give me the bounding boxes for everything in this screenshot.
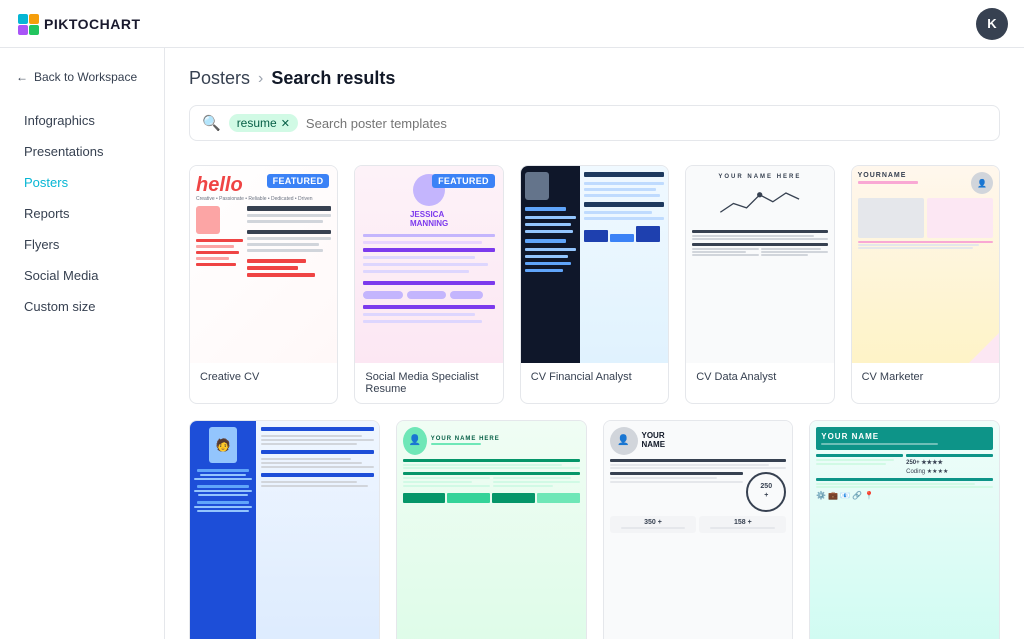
template-label-creative-cv: Creative CV: [190, 363, 337, 391]
template-label-cv-data: CV Data Analyst: [686, 363, 833, 391]
featured-badge-social-resume: FEATURED: [432, 174, 495, 188]
logo-text: PIKTOCHART: [44, 16, 141, 32]
template-grid-row2: 🧑: [189, 420, 1000, 639]
template-label-cv-marketer: CV Marketer: [852, 363, 999, 391]
template-card-creative-3[interactable]: 👤 YOUR NAME HERE: [396, 420, 587, 639]
sidebar-item-flyers[interactable]: Flyers: [8, 230, 156, 259]
template-thumbnail-creative-2: 👤 YOURNAME: [604, 421, 793, 639]
template-thumbnail-cv-financial: [521, 166, 668, 363]
template-grid-row1: FEATURED hello Creative • Passionate • R…: [189, 165, 1000, 404]
search-icon: 🔍: [202, 114, 221, 132]
search-input[interactable]: [306, 116, 987, 131]
sidebar: ← Back to Workspace Infographics Present…: [0, 48, 165, 639]
featured-badge-creative-cv: FEATURED: [267, 174, 330, 188]
template-card-cv-marketer[interactable]: YOURNAME 👤: [851, 165, 1000, 404]
template-card-creative-cv[interactable]: FEATURED hello Creative • Passionate • R…: [189, 165, 338, 404]
template-label-cv-financial: CV Financial Analyst: [521, 363, 668, 391]
sidebar-item-posters[interactable]: Posters: [8, 168, 156, 197]
template-label-social-resume: Social Media Specialist Resume: [355, 363, 502, 403]
sidebar-item-presentations[interactable]: Presentations: [8, 137, 156, 166]
template-card-cv-data[interactable]: YOUR NAME HERE: [685, 165, 834, 404]
template-thumbnail-cv-data: YOUR NAME HERE: [686, 166, 833, 363]
template-card-cv-social[interactable]: 🧑: [189, 420, 380, 639]
breadcrumb-separator: ›: [258, 70, 263, 88]
template-card-social-media-resume[interactable]: FEATURED JESSICAMANNING: [354, 165, 503, 404]
template-thumbnail-creative-3: 👤 YOUR NAME HERE: [397, 421, 586, 639]
user-avatar[interactable]: K: [976, 8, 1008, 40]
breadcrumb-current: Search results: [271, 68, 395, 89]
search-tag-close[interactable]: ✕: [281, 117, 290, 130]
breadcrumb-parent[interactable]: Posters: [189, 68, 250, 89]
template-card-creative-2[interactable]: 👤 YOURNAME: [603, 420, 794, 639]
back-label: Back to Workspace: [34, 70, 137, 84]
main-layout: ← Back to Workspace Infographics Present…: [0, 48, 1024, 639]
sidebar-item-social-media[interactable]: Social Media: [8, 261, 156, 290]
topbar: PIKTOCHART K: [0, 0, 1024, 48]
template-card-cv-financial[interactable]: CV Financial Analyst: [520, 165, 669, 404]
template-thumbnail-social-resume: FEATURED JESSICAMANNING: [355, 166, 502, 363]
search-bar: 🔍 resume ✕: [189, 105, 1000, 141]
back-to-workspace-button[interactable]: ← Back to Workspace: [0, 64, 164, 96]
template-thumbnail-creative-1: YOUR NAME 250+ ★★★★: [810, 421, 999, 639]
template-card-creative-1[interactable]: YOUR NAME 250+ ★★★★: [809, 420, 1000, 639]
template-thumbnail-creative-cv: FEATURED hello Creative • Passionate • R…: [190, 166, 337, 363]
sidebar-item-reports[interactable]: Reports: [8, 199, 156, 228]
logo: PIKTOCHART: [16, 12, 141, 36]
content-area: Posters › Search results 🔍 resume ✕ FEAT…: [165, 48, 1024, 639]
logo-icon: [16, 12, 40, 36]
sidebar-item-custom-size[interactable]: Custom size: [8, 292, 156, 321]
back-arrow-icon: ←: [16, 70, 28, 84]
template-thumbnail-cv-marketer: YOURNAME 👤: [852, 166, 999, 363]
sidebar-item-infographics[interactable]: Infographics: [8, 106, 156, 135]
search-tag[interactable]: resume ✕: [229, 114, 298, 132]
template-thumbnail-cv-social: 🧑: [190, 421, 379, 639]
breadcrumb: Posters › Search results: [189, 68, 1000, 89]
search-tag-label: resume: [237, 116, 277, 130]
